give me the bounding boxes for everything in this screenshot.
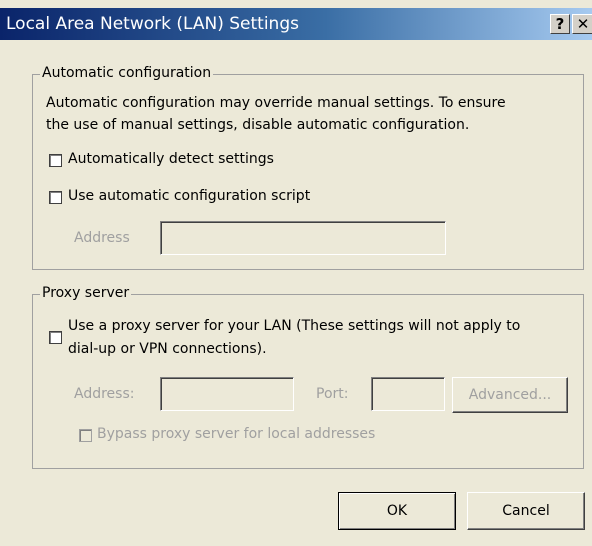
bypass-local-checkbox[interactable] [79, 429, 92, 442]
cancel-button[interactable]: Cancel [467, 492, 585, 530]
ok-button[interactable]: OK [338, 492, 456, 530]
auto-config-address-input[interactable] [160, 221, 446, 255]
title-bar[interactable]: Local Area Network (LAN) Settings ? ✕ [0, 8, 592, 40]
help-button[interactable]: ? [550, 14, 570, 34]
auto-config-script-checkbox[interactable] [49, 191, 62, 204]
auto-config-script-label[interactable]: Use automatic configuration script [68, 188, 310, 204]
close-button[interactable]: ✕ [572, 14, 592, 34]
proxy-port-label: Port: [316, 386, 349, 402]
auto-detect-checkbox[interactable] [49, 154, 62, 167]
proxy-address-label: Address: [74, 386, 135, 402]
automatic-configuration-label: Automatic configuration [40, 65, 214, 81]
window-title: Local Area Network (LAN) Settings [6, 14, 299, 34]
use-proxy-label-line1[interactable]: Use a proxy server for your LAN (These s… [68, 318, 520, 334]
proxy-address-input[interactable] [160, 377, 294, 411]
use-proxy-label-line2[interactable]: dial-up or VPN connections). [68, 341, 267, 357]
use-proxy-checkbox[interactable] [49, 331, 62, 344]
advanced-button[interactable]: Advanced... [452, 377, 568, 413]
bypass-local-label[interactable]: Bypass proxy server for local addresses [97, 426, 375, 442]
auto-config-address-label: Address [74, 230, 130, 246]
auto-detect-label[interactable]: Automatically detect settings [68, 151, 274, 167]
lan-settings-dialog: Local Area Network (LAN) Settings ? ✕ Au… [0, 0, 592, 546]
auto-config-description-line2: the use of manual settings, disable auto… [46, 117, 470, 133]
auto-config-description-line1: Automatic configuration may override man… [46, 95, 506, 111]
proxy-server-label: Proxy server [40, 285, 132, 301]
proxy-port-input[interactable] [371, 377, 445, 411]
